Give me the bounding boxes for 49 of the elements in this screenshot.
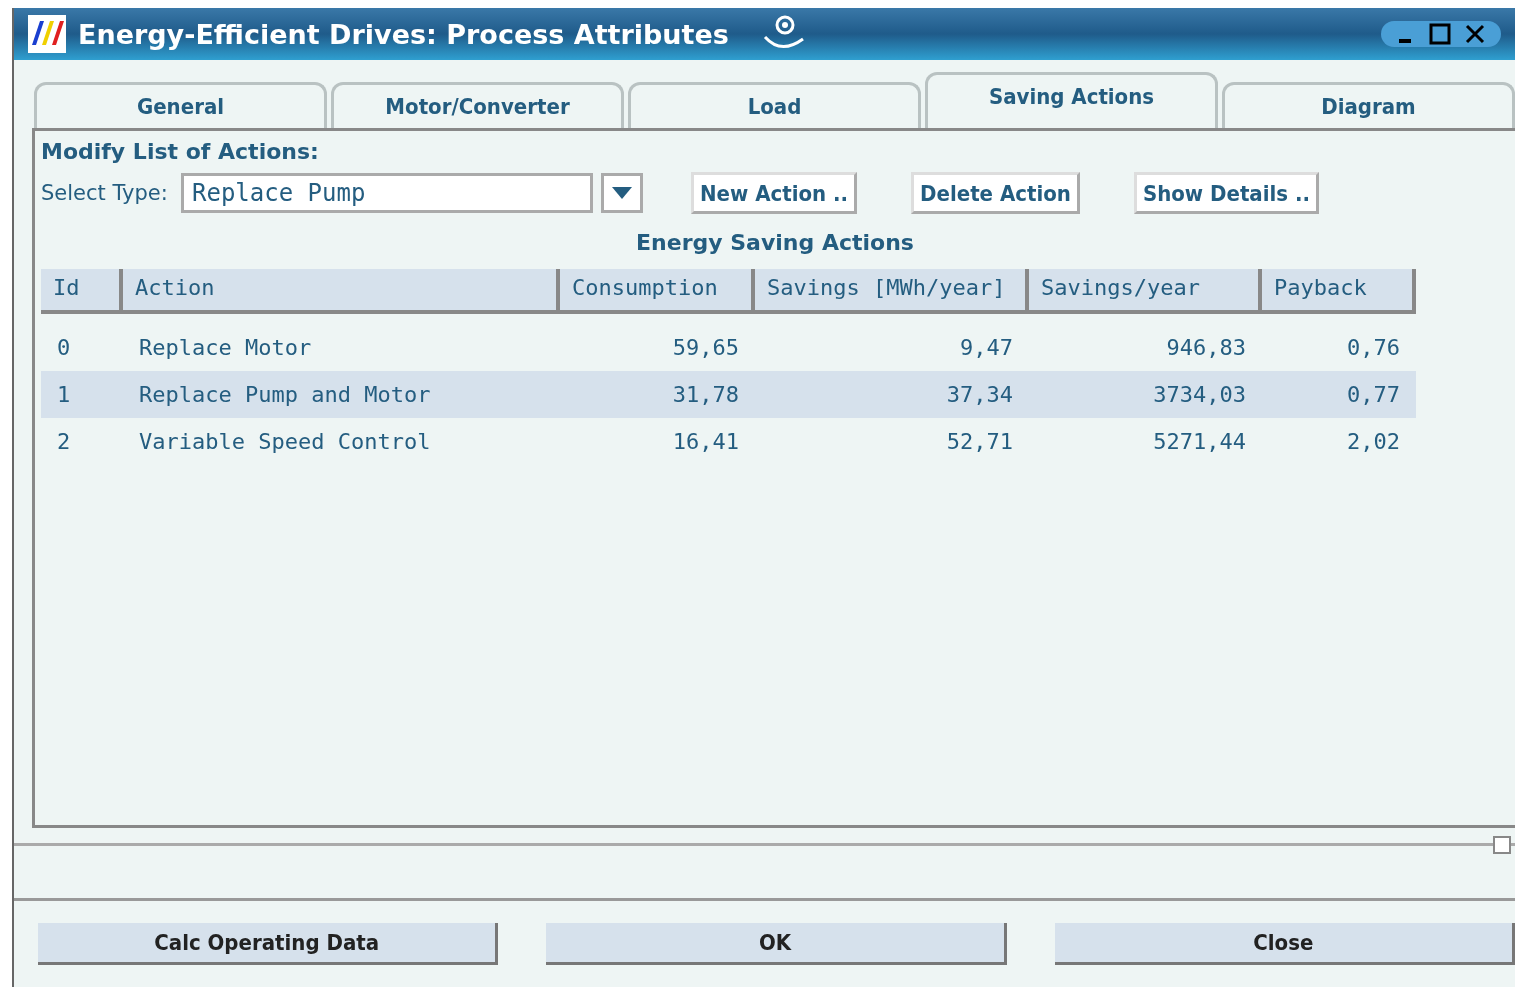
- splitter-handle[interactable]: [1493, 836, 1511, 854]
- footer-button[interactable]: Close: [1054, 923, 1515, 965]
- table-title: Energy Saving Actions: [636, 230, 914, 255]
- section-title: Modify List of Actions:: [41, 139, 320, 164]
- tab[interactable]: General: [34, 82, 327, 128]
- dropdown-button[interactable]: [601, 173, 643, 213]
- column-header[interactable]: Savings [MWh/year]: [755, 269, 1029, 314]
- action-button[interactable]: Show Details ..: [1133, 172, 1319, 214]
- table-cell-text: 2: [56, 429, 72, 454]
- table-cell-text: 2,02: [1346, 429, 1401, 454]
- table-cell-text: 16,41: [671, 429, 740, 454]
- field-label: Select Type:: [41, 181, 169, 205]
- window-title: Energy-Efficient Drives: Process Attributes: [78, 18, 729, 50]
- column-header[interactable]: Payback: [1262, 269, 1416, 314]
- column-header[interactable]: Savings/year: [1029, 269, 1262, 314]
- table-cell-text: Variable Speed Control: [138, 429, 432, 454]
- tab[interactable]: Saving Actions: [925, 72, 1218, 128]
- caret-icon: [612, 187, 632, 199]
- table-cell-text: 31,78: [671, 382, 740, 407]
- tab[interactable]: Load: [628, 82, 921, 128]
- table-cell-text: 3734,03: [1152, 382, 1247, 407]
- table-cell-text: 946,83: [1165, 335, 1247, 360]
- close-icon[interactable]: [1465, 24, 1485, 44]
- table-cell-text: 52,71: [945, 429, 1014, 454]
- table-cell-text: 59,65: [671, 335, 740, 360]
- column-header[interactable]: Consumption: [560, 269, 755, 314]
- action-button[interactable]: Delete Action: [911, 172, 1080, 214]
- table-cell-text: 1: [56, 382, 72, 407]
- footer-button[interactable]: OK: [546, 923, 1007, 965]
- table-cell-text: 0,76: [1346, 335, 1401, 360]
- table-row[interactable]: 2 Variable Speed Control 16,41 52,71 5271,44 2,02: [41, 418, 1416, 465]
- table-cell-text: 9,47: [959, 335, 1014, 360]
- table-cell-text: 0,77: [1346, 382, 1401, 407]
- table-cell-text: Replace Motor: [138, 335, 313, 360]
- table-cell-text: Replace Pump and Motor: [138, 382, 432, 407]
- column-header[interactable]: Action: [123, 269, 560, 314]
- table-cell-text: 0: [56, 335, 72, 360]
- footer-button[interactable]: Calc Operating Data: [38, 923, 499, 965]
- app-logo-icon: [28, 15, 66, 53]
- column-header[interactable]: Id: [41, 269, 123, 314]
- table-row[interactable]: 1 Replace Pump and Motor 31,78 37,34 3734,03 0,77: [41, 371, 1416, 418]
- maximize-icon[interactable]: [1429, 23, 1451, 45]
- table-cell-text: 5271,44: [1152, 429, 1247, 454]
- type-combo-field[interactable]: Replace Pump: [181, 173, 593, 213]
- table-row[interactable]: 0 Replace Motor 59,65 9,47 946,83 0,76: [41, 324, 1416, 371]
- action-button[interactable]: New Action ..: [691, 172, 858, 214]
- tab[interactable]: Diagram: [1222, 82, 1515, 128]
- tab[interactable]: Motor/Converter: [331, 82, 624, 128]
- table-cell-text: 37,34: [945, 382, 1014, 407]
